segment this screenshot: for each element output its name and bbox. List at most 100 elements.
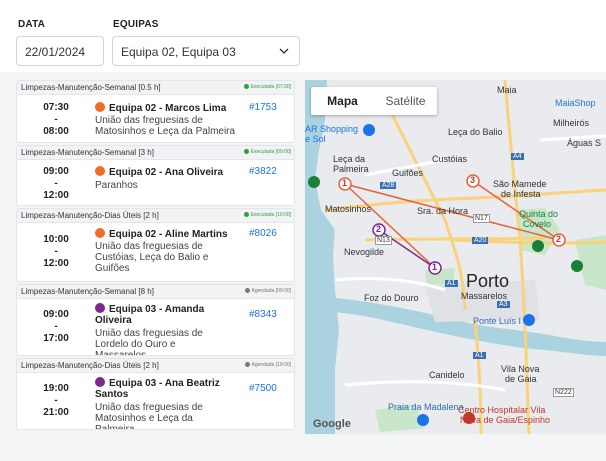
task-header: Limpezas-Manutenção-Dias Úteis [2 h] Age… <box>17 359 294 373</box>
landmark-pin-icon <box>523 314 535 326</box>
route-marker-label: 3 <box>470 175 476 185</box>
route-marker-label: 1 <box>432 262 438 272</box>
task-time: 09:00-12:00 <box>43 166 69 201</box>
team-color-icon <box>95 377 105 387</box>
team-select-value: Equipa 02, Equipa 03 <box>121 45 236 59</box>
status-badge: Executada [09:00] <box>243 149 291 155</box>
road-badge: A4 <box>511 153 524 160</box>
team-color-icon <box>95 303 105 313</box>
map-label: Foz do Douro <box>364 293 419 303</box>
route-marker-label: 2 <box>376 224 382 234</box>
chevron-down-icon <box>279 48 289 54</box>
task-ref-link[interactable]: #3822 <box>249 166 277 177</box>
map-label: Canidelo <box>429 370 465 380</box>
status-dot-icon <box>244 362 250 367</box>
task-type: Limpezas-Manutenção-Semanal [0.5 h] <box>21 83 161 92</box>
task-team: Equipa 02 - Ana Oliveira <box>95 166 245 178</box>
task-team: Equipa 03 - Amanda Oliveira <box>95 303 205 326</box>
map-label: Quinta do <box>519 209 559 219</box>
map-label: Centro Hospitalar Vila <box>458 405 546 415</box>
google-logo: Google <box>313 418 351 430</box>
map-label: de Infesta <box>501 189 541 199</box>
status-dot-icon <box>243 149 249 154</box>
task-ref-link[interactable]: #1753 <box>249 102 277 113</box>
status-dot-icon <box>243 212 249 217</box>
task-location: União das freguesias de Matosinhos e Leç… <box>95 115 236 137</box>
map-label: Leça da <box>333 154 366 164</box>
task-ref-link[interactable]: #8026 <box>249 228 277 239</box>
shopping-pin-icon <box>363 124 375 136</box>
task-card[interactable]: Limpezas-Manutenção-Dias Úteis [2 h] Age… <box>16 358 295 430</box>
date-input[interactable]: 22/01/2024 <box>16 36 104 66</box>
task-header: Limpezas-Manutenção-Semanal [8 h] Agenda… <box>17 285 294 299</box>
road-badge: A28 <box>380 182 397 189</box>
road-badge: N222 <box>553 388 574 397</box>
road-badge: A20 <box>472 237 489 244</box>
status-badge: Executada [07:30] <box>243 84 291 90</box>
task-location: União das freguesias de Lordelo do Ouro … <box>95 328 203 356</box>
team-color-icon <box>95 166 105 176</box>
map-label: Massarelos <box>461 291 508 301</box>
map-label: São Mamede <box>493 179 547 189</box>
map-label: Praia da Madalena <box>388 402 464 412</box>
task-card[interactable]: Limpezas-Manutenção-Semanal [0.5 h] Exec… <box>16 80 295 143</box>
status-dot-icon <box>243 84 249 89</box>
task-location: União das freguesias de Custóias, Leça d… <box>95 241 209 274</box>
task-header: Limpezas-Manutenção-Semanal [3 h] Execut… <box>17 146 294 160</box>
task-card[interactable]: Limpezas-Manutenção-Semanal [3 h] Execut… <box>16 145 295 206</box>
task-type: Limpezas-Manutenção-Semanal [3 h] <box>21 148 154 157</box>
map-label: Águas S <box>567 138 602 148</box>
map-label: Vila Nova <box>501 364 540 374</box>
status-badge: Executada [10:00] <box>243 212 291 218</box>
status-dot-icon <box>244 288 250 293</box>
beach-pin-icon <box>417 414 429 426</box>
map-label: Milheirós <box>553 118 590 128</box>
task-team: Equipa 03 - Ana Beatriz Santos <box>95 377 220 400</box>
map-label: Nevogilde <box>344 247 385 257</box>
task-location: Paranhos <box>95 180 138 191</box>
task-type: Limpezas-Manutenção-Dias Úteis [2 h] <box>21 211 159 220</box>
map-label: Porto <box>466 271 510 291</box>
map-label: Custóias <box>432 154 468 164</box>
road-badge: A1 <box>473 352 486 359</box>
map-label: Maia <box>497 85 517 95</box>
task-ref-link[interactable]: #8343 <box>249 309 277 320</box>
map-label: Guifões <box>392 168 424 178</box>
team-color-icon <box>95 228 105 238</box>
route-marker-label: 1 <box>342 178 348 188</box>
road-badge: A3 <box>497 301 510 308</box>
map-label: AR Shopping <box>305 124 359 134</box>
map-label: de Gaia <box>505 374 537 384</box>
task-time: 09:00-17:00 <box>43 309 69 344</box>
task-time: 10:00-12:00 <box>43 234 69 269</box>
task-type: Limpezas-Manutenção-Dias Úteis [2 h] <box>21 361 159 370</box>
date-label: DATA <box>18 19 46 30</box>
tab-satellite[interactable]: Satélite <box>374 87 437 115</box>
tab-map[interactable]: Mapa <box>311 87 374 115</box>
task-card[interactable]: Limpezas-Manutenção-Dias Úteis [2 h] Exe… <box>16 208 295 282</box>
map-view[interactable]: Mapa Satélite Maia MaiaShop Milheirós Ág… <box>305 80 606 434</box>
road-badge: A1 <box>445 280 458 287</box>
task-time: 07:30-08:00 <box>43 102 69 137</box>
team-select[interactable]: Equipa 02, Equipa 03 <box>112 36 300 66</box>
filter-bar: DATA EQUIPAS 22/01/2024 Equipa 02, Equip… <box>0 0 606 72</box>
team-label: EQUIPAS <box>113 19 159 30</box>
park-pin-icon <box>532 240 544 252</box>
map-label: Covelo <box>523 219 552 229</box>
task-header: Limpezas-Manutenção-Semanal [0.5 h] Exec… <box>17 81 294 95</box>
map-label: Nova de Gaia/Espinho <box>460 415 551 425</box>
map-label: Matosinhos <box>325 204 372 214</box>
map-label: Leça do Balio <box>448 127 503 137</box>
task-team: Equipa 02 - Marcos Lima <box>95 102 245 114</box>
map-label: Ponte Luís I <box>473 316 522 326</box>
map-label: MaiaShop <box>555 98 596 108</box>
task-team: Equipa 02 - Aline Martins <box>95 228 245 240</box>
status-badge: Agendada [09:00] <box>244 288 291 294</box>
task-card[interactable]: Limpezas-Manutenção-Semanal [8 h] Agenda… <box>16 284 295 356</box>
park-pin-icon <box>308 176 320 188</box>
status-badge: Agendada [19:00] <box>244 362 291 368</box>
task-ref-link[interactable]: #7500 <box>249 383 277 394</box>
road-badge: N13 <box>375 236 392 245</box>
task-time: 19:00-21:00 <box>43 383 69 418</box>
map-label: Sra. da Hora <box>417 206 469 216</box>
